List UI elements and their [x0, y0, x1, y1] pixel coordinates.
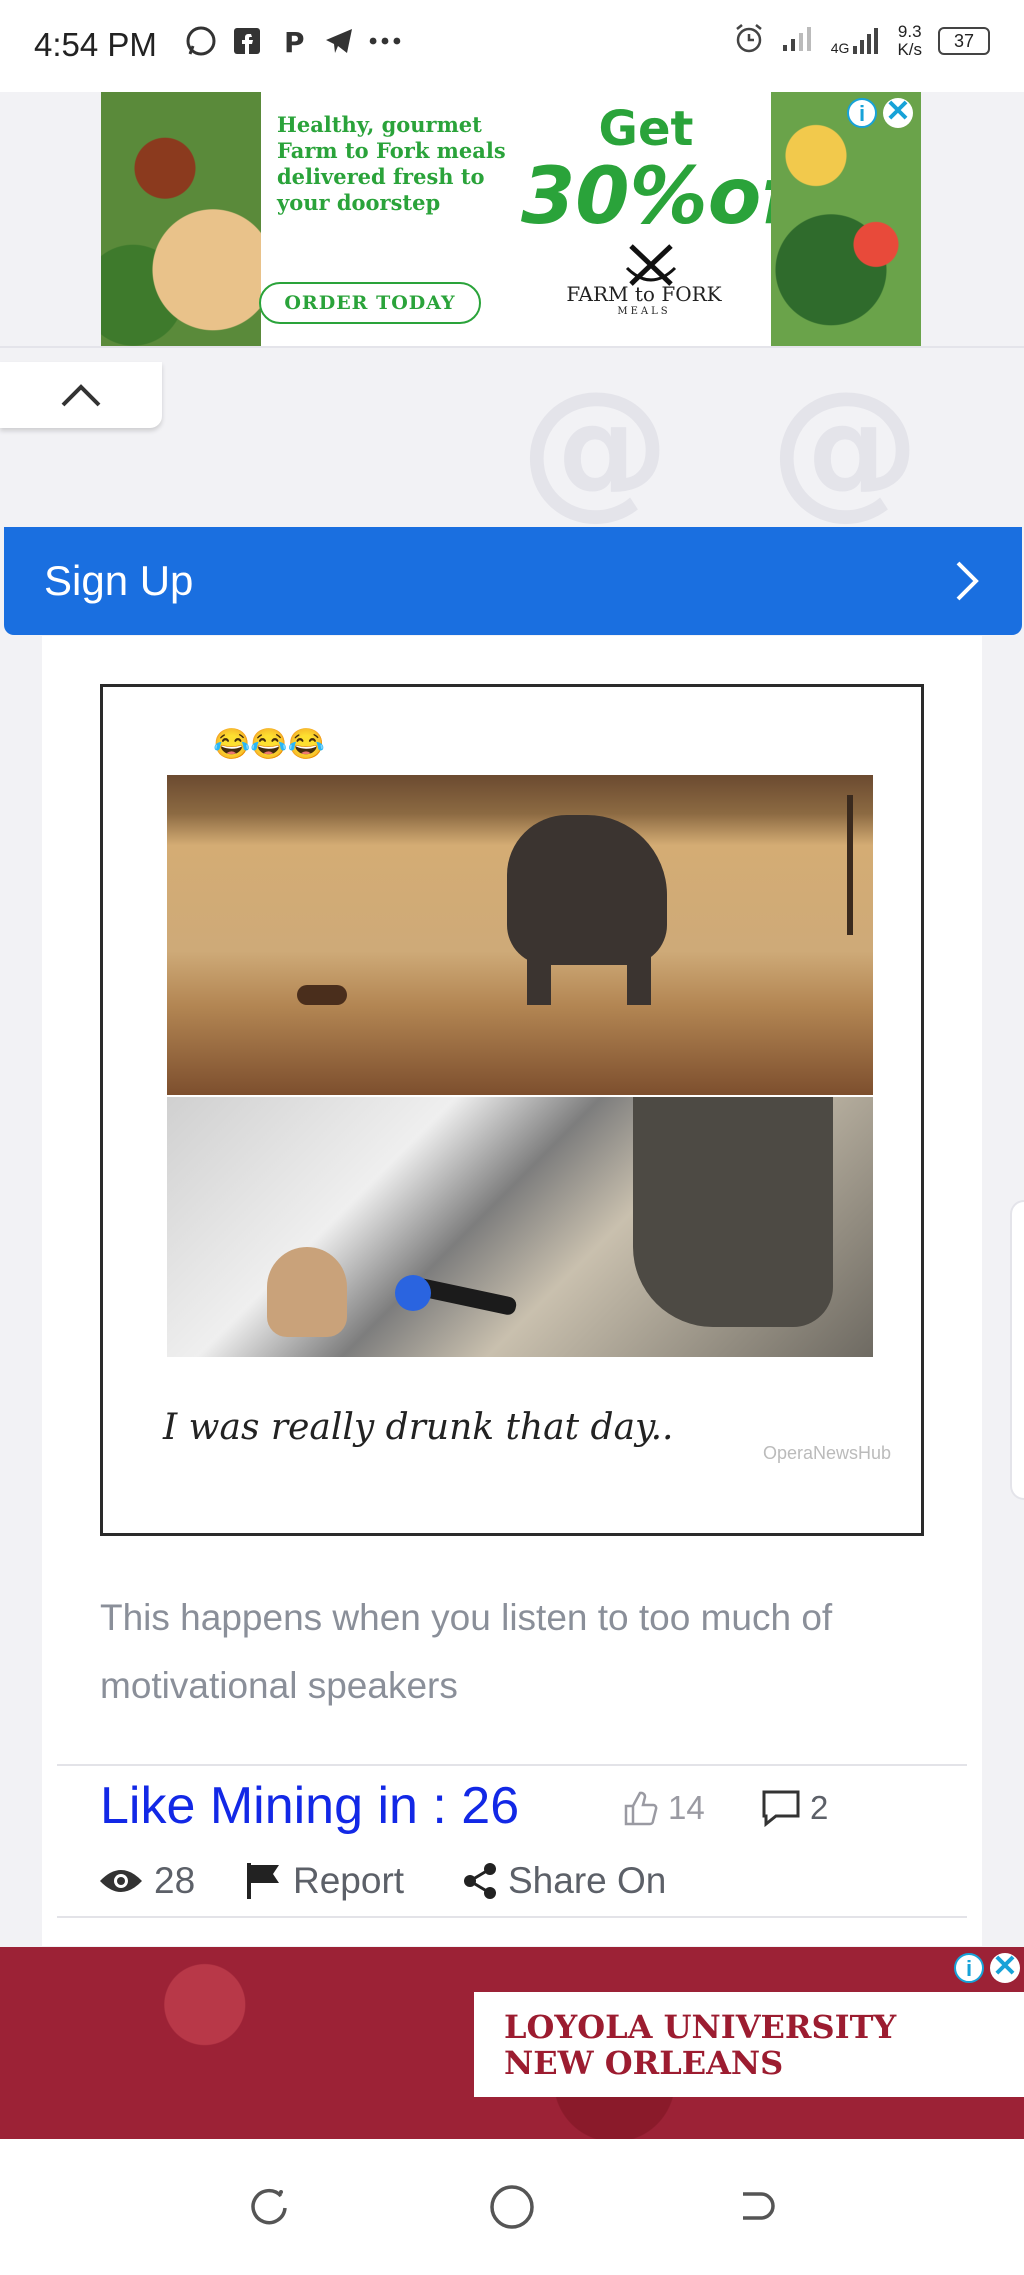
ad-promo: Get 30%off: [521, 101, 827, 242]
back-icon: [743, 2192, 775, 2220]
ad-close-icon[interactable]: ✕: [990, 1952, 1020, 1983]
ad-controls: i ✕: [847, 97, 913, 128]
ad-university-line1: LOYOLA UNIVERSITY: [504, 2007, 897, 2046]
background-watermark: @: [770, 360, 920, 534]
ad-promo-get: Get: [598, 101, 694, 157]
svg-text:P: P: [284, 26, 305, 56]
like-count: 14: [668, 1789, 705, 1826]
rhino-leg-shape: [627, 945, 651, 1005]
puppy-mic-panel: [167, 1097, 873, 1357]
post-description: This happens when you listen to too much…: [100, 1597, 833, 1706]
facebook-icon: [230, 24, 264, 58]
rhino-leg-shape: [527, 945, 551, 1005]
ad-banner-top[interactable]: Healthy, gourmet Farm to Fork meals deli…: [101, 92, 921, 346]
puppy-shape: [267, 1247, 347, 1337]
share-button[interactable]: Share On: [462, 1860, 666, 1902]
ad-university-logo: LOYOLA UNIVERSITY NEW ORLEANS: [474, 1992, 1024, 2097]
home-button[interactable]: [485, 2180, 539, 2234]
reporter-arm-shape: [633, 1097, 833, 1327]
status-right: 4G 9.3 K/s 37: [733, 22, 990, 60]
ad-controls: i ✕: [954, 1952, 1020, 1983]
ad-brand-name: FARM to FORK: [566, 282, 722, 306]
ad-university-line2: NEW ORLEANS: [504, 2043, 784, 2082]
side-scroll-handle[interactable]: [1010, 1200, 1024, 1500]
status-time: 4:54 PM: [34, 26, 157, 63]
ad-food-image-right: [771, 92, 921, 346]
speed-unit: K/s: [897, 40, 922, 59]
network-type: 4G: [830, 40, 850, 56]
collapse-button[interactable]: [0, 362, 162, 428]
share-label: Share On: [508, 1860, 667, 1901]
sign-up-label: Sign Up: [44, 557, 194, 604]
divider: [57, 1916, 967, 1918]
comment-button[interactable]: 2: [760, 1788, 828, 1828]
eye-icon: [100, 1870, 142, 1892]
dog-shape: [297, 985, 347, 1005]
recents-button[interactable]: [241, 2180, 295, 2234]
like-mining-label: Like Mining in : 26: [100, 1777, 520, 1835]
ad-copy: Healthy, gourmet Farm to Fork meals deli…: [277, 112, 506, 215]
back-button[interactable]: [729, 2180, 783, 2234]
post-image[interactable]: 😂😂😂 I was really drunk that day.. OperaN…: [100, 684, 924, 1536]
laughing-emoji-icons: 😂😂😂: [213, 728, 326, 761]
more-icon: [368, 24, 402, 58]
battery-indicator: 37: [938, 27, 990, 55]
network-speed: 9.3 K/s: [897, 23, 922, 59]
ad-brand-sub: MEALS: [617, 306, 671, 317]
tree-shape: [847, 795, 853, 935]
comment-icon: [762, 1790, 800, 1828]
ad-info-icon[interactable]: i: [954, 1953, 984, 1983]
system-nav-bar: [0, 2139, 1024, 2275]
chevron-up-icon: [61, 384, 101, 407]
recents-icon: [251, 2188, 287, 2225]
status-bar: 4:54 PM P 4G 9.3 K/s 37: [0, 0, 1024, 92]
divider: [57, 1764, 967, 1766]
flag-icon: [247, 1863, 279, 1899]
share-icon: [464, 1863, 496, 1899]
microphone-head-shape: [395, 1275, 431, 1311]
chevron-right-icon: [956, 561, 979, 601]
like-button[interactable]: 14: [620, 1788, 705, 1828]
rhino-shape: [507, 815, 667, 965]
ad-banner-bottom[interactable]: LOYOLA UNIVERSITY NEW ORLEANS i ✕: [0, 1947, 1024, 2139]
background-watermark: @: [520, 360, 670, 534]
home-icon: [490, 2185, 534, 2229]
ad-promo-discount: 30%off: [521, 152, 827, 242]
comment-count: 2: [810, 1789, 829, 1826]
order-today-button[interactable]: ORDER TODAY: [259, 282, 481, 324]
signal-icon: [781, 23, 815, 59]
rhino-dog-panel: [167, 775, 873, 1095]
telegram-icon: [322, 24, 356, 58]
ad-close-icon[interactable]: ✕: [883, 97, 913, 128]
notification-icons: P: [184, 24, 402, 58]
image-caption: I was really drunk that day..: [163, 1407, 674, 1448]
image-credit: OperaNewsHub: [762, 1443, 891, 1463]
whatsapp-icon: [184, 24, 218, 58]
report-label: Report: [293, 1860, 405, 1901]
signal-4g-icon: 4G: [831, 26, 882, 56]
report-button[interactable]: Report: [245, 1860, 404, 1902]
ad-info-icon[interactable]: i: [847, 98, 877, 128]
sign-up-bar[interactable]: Sign Up: [4, 527, 1022, 635]
pinterest-icon: P: [276, 24, 310, 58]
ad-brand: FARM to FORK MEALS: [549, 282, 739, 317]
alarm-icon: [733, 22, 765, 60]
speed-value: 9.3: [897, 22, 922, 41]
thumbs-up-icon: [624, 1791, 658, 1826]
views-value: 28: [154, 1860, 196, 1901]
views-count: 28: [98, 1860, 195, 1902]
ad-food-image-left: [101, 92, 261, 346]
